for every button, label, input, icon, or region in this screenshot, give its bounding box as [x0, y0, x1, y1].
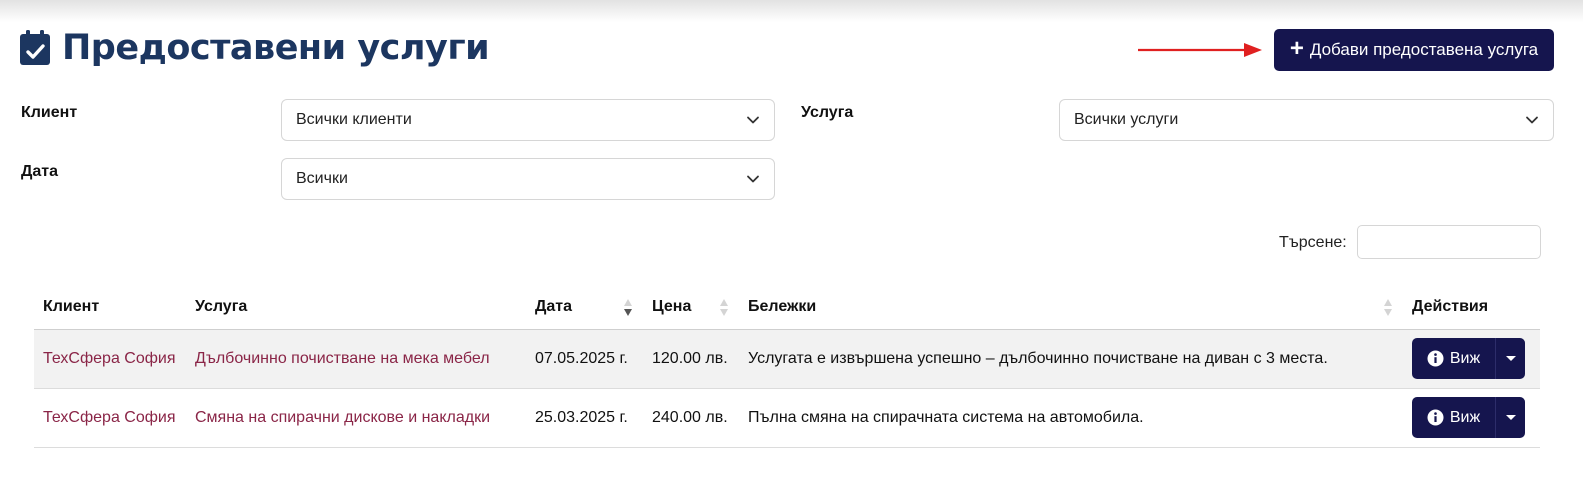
client-link[interactable]: ТехСфера София	[43, 409, 176, 426]
page-title: Предоставени услуги	[62, 28, 490, 68]
service-link[interactable]: Дълбочинно почистване на мека мебел	[195, 350, 490, 367]
service-filter-select[interactable]: Всички услуги	[1059, 99, 1554, 141]
caret-down-icon	[1505, 356, 1516, 361]
date-cell: 25.03.2025 г.	[526, 388, 643, 448]
actions-dropdown-toggle[interactable]	[1495, 338, 1525, 379]
column-header-label: Цена	[652, 298, 692, 316]
chevron-down-icon	[1526, 116, 1538, 124]
search-label: Търсене:	[1279, 234, 1347, 251]
add-button-label: Добави предоставена услуга	[1309, 40, 1539, 59]
info-icon	[1427, 350, 1444, 367]
date-filter-label: Дата	[21, 163, 59, 180]
chevron-down-icon	[747, 175, 759, 183]
client-filter-select[interactable]: Всички клиенти	[281, 99, 775, 141]
search-input[interactable]	[1357, 225, 1541, 259]
row-actions: Виж	[1412, 397, 1525, 438]
column-header-label: Клиент	[43, 298, 100, 316]
column-header-label: Дата	[535, 298, 573, 316]
service-filter-label: Услуга	[801, 104, 854, 121]
service-filter-value: Всички услуги	[1074, 111, 1179, 128]
view-button-label: Виж	[1449, 408, 1481, 426]
calendar-check-icon	[20, 30, 50, 65]
price-cell: 120.00 лв.	[643, 329, 739, 389]
red-arrow-annotation	[1138, 43, 1262, 57]
column-header-date[interactable]: Дата	[526, 286, 643, 330]
caret-down-icon	[1505, 415, 1516, 420]
table-header-row: Клиент Услуга Дата Цена Бележки Действия	[34, 286, 1540, 330]
price-cell: 240.00 лв.	[643, 388, 739, 448]
sort-icon	[720, 299, 729, 317]
table-row: ТехСфера София Дълбочинно почистване на …	[34, 329, 1540, 389]
column-header-label: Бележки	[748, 298, 817, 316]
add-provided-service-button[interactable]: + Добави предоставена услуга	[1274, 29, 1554, 71]
client-filter-label: Клиент	[21, 104, 78, 121]
view-button-label: Виж	[1449, 349, 1481, 367]
date-filter-value: Всички	[296, 170, 348, 187]
date-cell: 07.05.2025 г.	[526, 329, 643, 389]
top-shadow	[0, 0, 1583, 22]
notes-cell: Услугата е извършена успешно – дълбочинн…	[739, 329, 1403, 389]
notes-cell: Пълна смяна на спирачната система на авт…	[739, 388, 1403, 448]
plus-icon: +	[1289, 35, 1304, 62]
column-header-price[interactable]: Цена	[643, 286, 739, 330]
actions-cell: Виж	[1403, 329, 1540, 389]
view-button[interactable]: Виж	[1412, 397, 1495, 438]
chevron-down-icon	[747, 116, 759, 124]
actions-dropdown-toggle[interactable]	[1495, 397, 1525, 438]
client-filter-value: Всички клиенти	[296, 111, 412, 128]
date-filter-select[interactable]: Всички	[281, 158, 775, 200]
client-link[interactable]: ТехСфера София	[43, 350, 176, 367]
service-link[interactable]: Смяна на спирачни дискове и накладки	[195, 409, 490, 426]
services-table: Клиент Услуга Дата Цена Бележки Действия…	[34, 286, 1540, 448]
view-button[interactable]: Виж	[1412, 338, 1495, 379]
column-header-service[interactable]: Услуга	[186, 286, 526, 330]
column-header-actions: Действия	[1403, 286, 1540, 330]
actions-cell: Виж	[1403, 388, 1540, 448]
info-icon	[1427, 409, 1444, 426]
column-header-label: Действия	[1412, 298, 1489, 316]
column-header-notes[interactable]: Бележки	[739, 286, 1403, 330]
row-actions: Виж	[1412, 338, 1525, 379]
page-header: Предоставени услуги	[20, 28, 490, 68]
sort-icon	[1384, 299, 1393, 317]
column-header-label: Услуга	[195, 298, 248, 316]
column-header-client[interactable]: Клиент	[34, 286, 186, 330]
table-row: ТехСфера София Смяна на спирачни дискове…	[34, 388, 1540, 448]
sort-desc-icon	[624, 299, 633, 317]
